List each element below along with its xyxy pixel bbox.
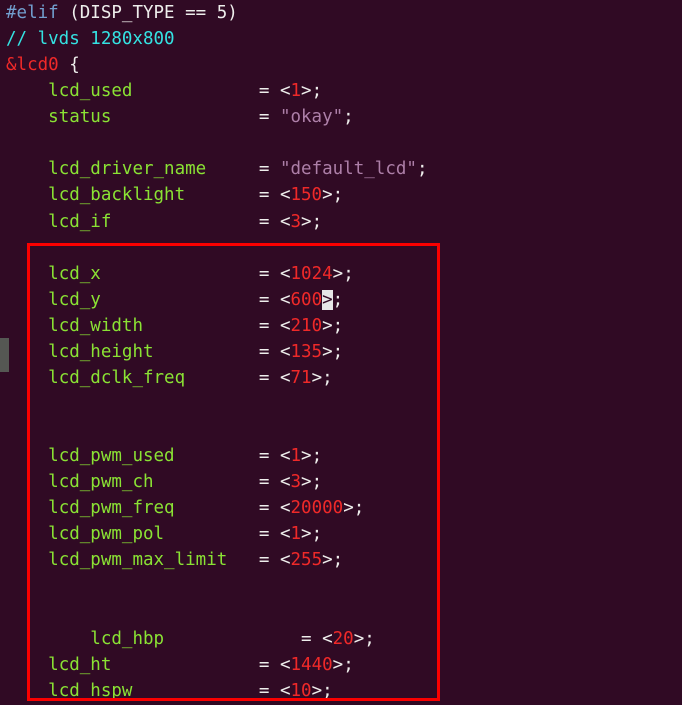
code-block: #elif (DISP_TYPE == 5) // lvds 1280x800 … — [0, 0, 682, 704]
editor-gutter-mark — [0, 338, 9, 372]
